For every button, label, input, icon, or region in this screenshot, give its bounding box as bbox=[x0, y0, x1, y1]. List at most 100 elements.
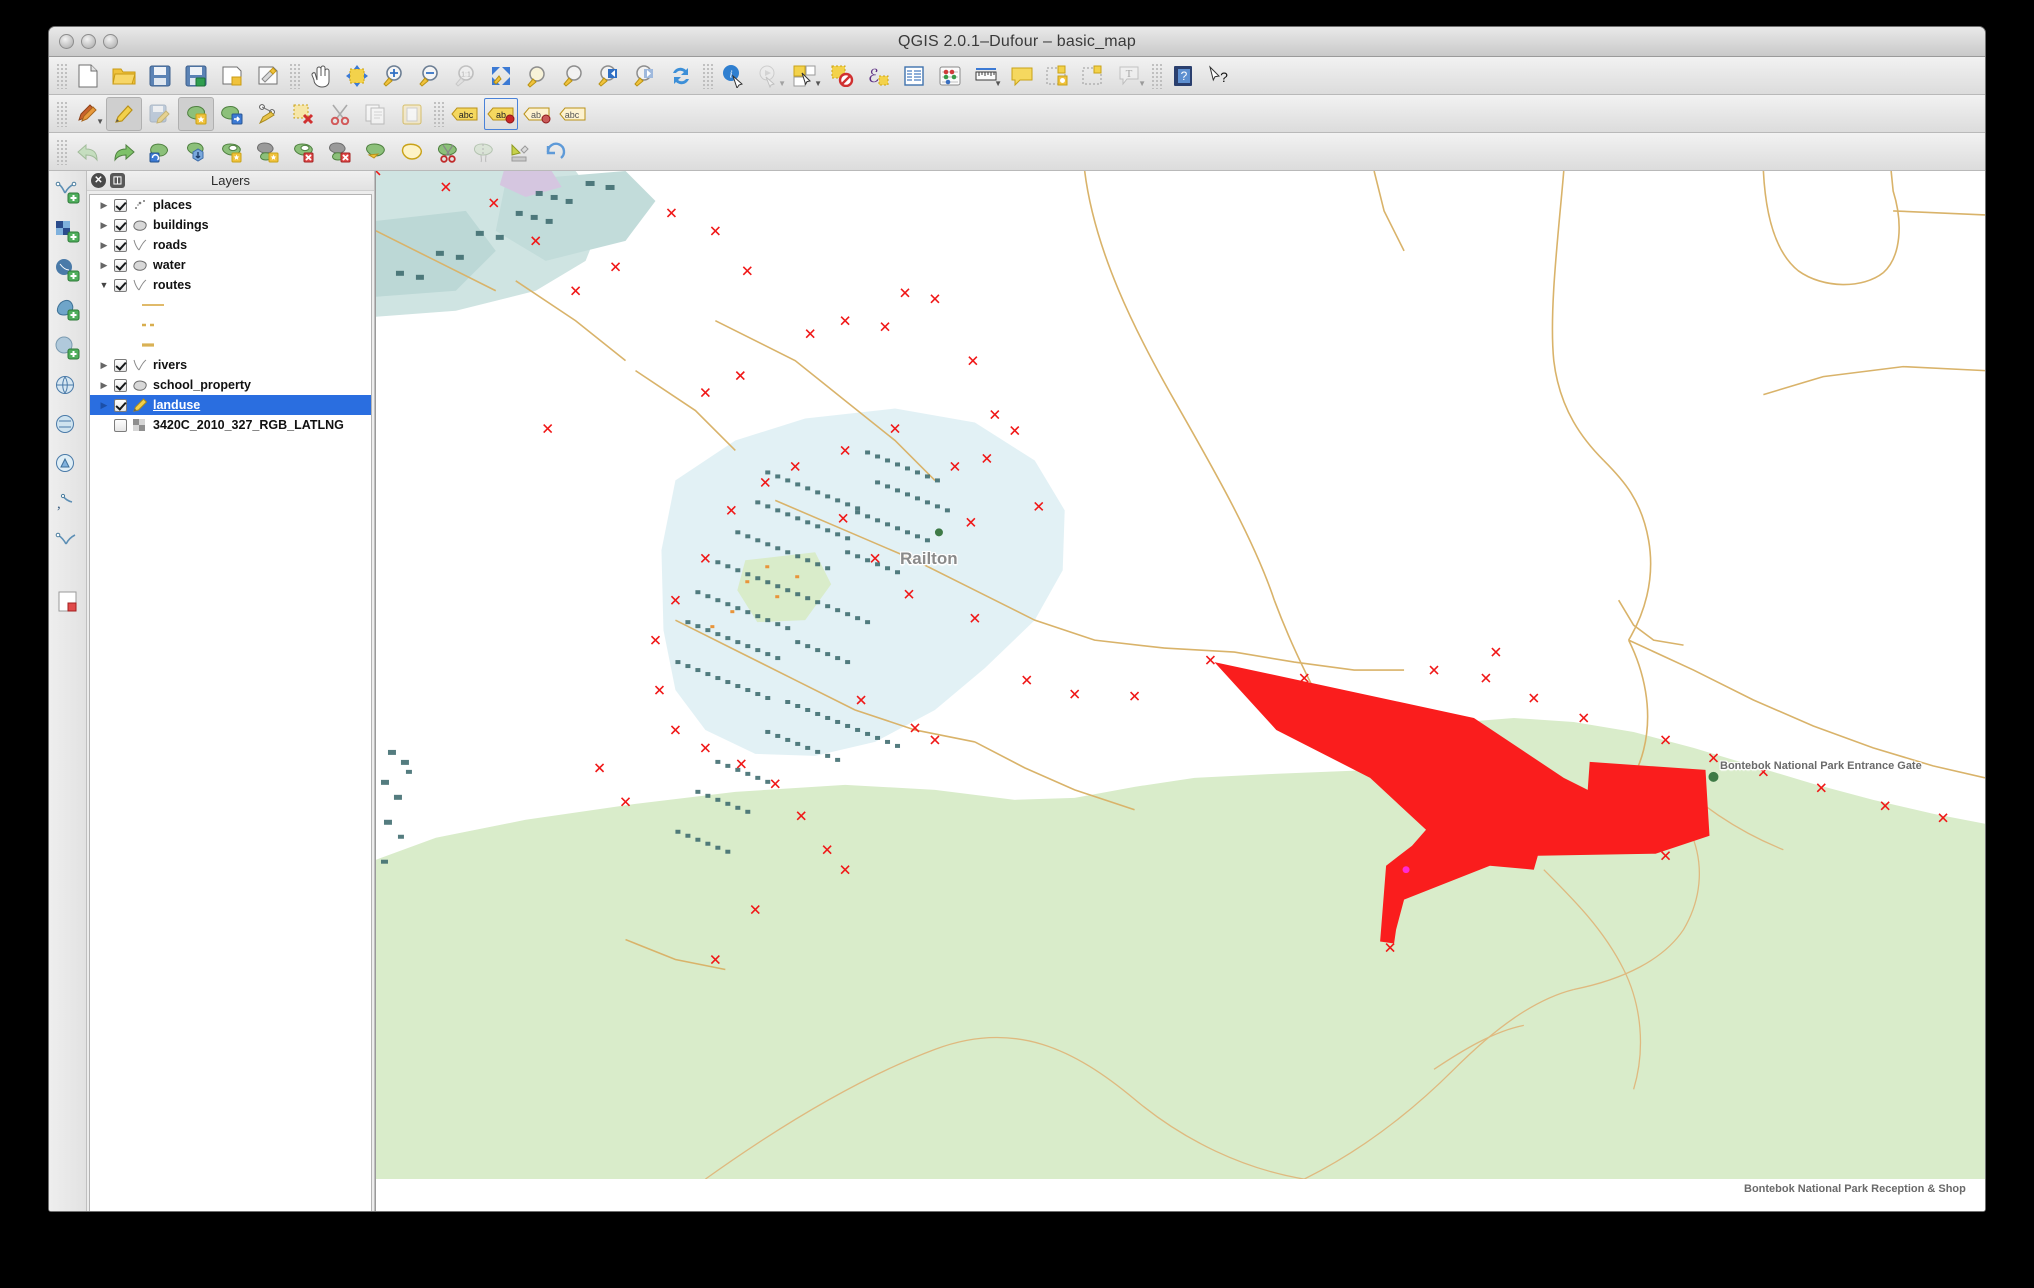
add-feature-icon[interactable] bbox=[178, 97, 214, 131]
rotate-label-icon[interactable]: ab bbox=[519, 97, 555, 131]
layer-item-raster[interactable]: 3420C_2010_327_RGB_LATLNG bbox=[90, 415, 371, 435]
open-project-icon[interactable] bbox=[106, 59, 142, 93]
chevron-down-icon[interactable]: ▼ bbox=[96, 117, 104, 126]
chevron-down-icon[interactable]: ▼ bbox=[814, 79, 822, 88]
split-features-icon[interactable] bbox=[430, 135, 466, 169]
toolbar-grip-help[interactable] bbox=[1151, 63, 1162, 89]
layer-item-water[interactable]: ▶ water bbox=[90, 255, 371, 275]
copy-features-icon[interactable] bbox=[358, 97, 394, 131]
new-print-composer-icon[interactable] bbox=[214, 59, 250, 93]
layer-visibility-checkbox[interactable] bbox=[114, 199, 127, 212]
add-spatialite-layer-icon[interactable] bbox=[53, 294, 83, 324]
expand-arrow-icon[interactable]: ▶ bbox=[98, 200, 110, 211]
select-features-icon[interactable]: ▼ bbox=[788, 59, 824, 93]
rotate-feature-icon[interactable] bbox=[142, 135, 178, 169]
composer-manager-icon[interactable] bbox=[250, 59, 286, 93]
zoom-full-icon[interactable] bbox=[483, 59, 519, 93]
minimize-button[interactable] bbox=[81, 34, 96, 49]
expand-arrow-icon[interactable]: ▶ bbox=[98, 380, 110, 391]
show-bookmarks-icon[interactable] bbox=[1076, 59, 1112, 93]
refresh-icon[interactable] bbox=[663, 59, 699, 93]
chevron-down-icon[interactable]: ▼ bbox=[1138, 79, 1146, 88]
toolbar-grip-label[interactable] bbox=[433, 101, 444, 127]
open-attribute-table-icon[interactable] bbox=[896, 59, 932, 93]
merge-features-icon[interactable] bbox=[502, 135, 538, 169]
change-label-icon[interactable]: abc bbox=[555, 97, 591, 131]
layer-tree[interactable]: ▶ places ▶ buildings bbox=[89, 194, 372, 1212]
zoom-to-selection-icon[interactable] bbox=[519, 59, 555, 93]
new-file-layer-icon[interactable] bbox=[53, 587, 83, 617]
layer-item-roads[interactable]: ▶ roads bbox=[90, 235, 371, 255]
pan-to-selection-icon[interactable] bbox=[339, 59, 375, 93]
redo-icon[interactable] bbox=[106, 135, 142, 169]
zoom-to-layer-icon[interactable] bbox=[555, 59, 591, 93]
toolbar-grip-nav[interactable] bbox=[289, 63, 300, 89]
new-shapefile-layer-icon[interactable] bbox=[53, 528, 83, 558]
zoom-actual-size-icon[interactable]: 1:1 bbox=[447, 59, 483, 93]
layer-visibility-checkbox[interactable] bbox=[114, 219, 127, 232]
layer-item-landuse[interactable]: ▶ landuse bbox=[90, 395, 371, 415]
delete-ring-icon[interactable] bbox=[286, 135, 322, 169]
deselect-features-icon[interactable] bbox=[824, 59, 860, 93]
expand-arrow-icon[interactable]: ▶ bbox=[98, 360, 110, 371]
layer-item-rivers[interactable]: ▶ rivers bbox=[90, 355, 371, 375]
remove-layer-icon[interactable]: ✕ bbox=[91, 173, 106, 188]
map-tips-icon[interactable] bbox=[1004, 59, 1040, 93]
field-calculator-icon[interactable]: ℰ bbox=[860, 59, 896, 93]
layer-visibility-checkbox[interactable] bbox=[114, 419, 127, 432]
toolbar-grip-adv[interactable] bbox=[56, 139, 67, 165]
statistical-summary-icon[interactable] bbox=[932, 59, 968, 93]
layer-visibility-checkbox[interactable] bbox=[114, 259, 127, 272]
new-project-icon[interactable] bbox=[70, 59, 106, 93]
map-render[interactable] bbox=[376, 171, 1985, 1179]
zoom-last-icon[interactable] bbox=[591, 59, 627, 93]
layer-item-routes[interactable]: ▼ routes bbox=[90, 275, 371, 295]
zoom-out-icon[interactable] bbox=[411, 59, 447, 93]
run-feature-action-icon[interactable]: ▼ bbox=[752, 59, 788, 93]
map-canvas[interactable]: Railton Bontebok National Park Entrance … bbox=[375, 171, 1985, 1212]
delete-selected-icon[interactable] bbox=[286, 97, 322, 131]
identify-features-icon[interactable]: i bbox=[716, 59, 752, 93]
label-icon[interactable]: abc bbox=[447, 97, 483, 131]
manage-layers-icon[interactable]: ◫ bbox=[110, 173, 125, 188]
zoom-next-icon[interactable] bbox=[627, 59, 663, 93]
toolbar-grip-dig[interactable] bbox=[56, 101, 67, 127]
layer-visibility-checkbox[interactable] bbox=[114, 379, 127, 392]
help-contents-icon[interactable]: ? bbox=[1165, 59, 1201, 93]
paste-features-icon[interactable] bbox=[394, 97, 430, 131]
chevron-down-icon[interactable]: ▼ bbox=[778, 79, 786, 88]
rotate-point-symbols-icon[interactable] bbox=[538, 135, 574, 169]
window-controls[interactable] bbox=[59, 34, 118, 49]
save-layer-edits-icon[interactable] bbox=[142, 97, 178, 131]
add-delimited-text-layer-icon[interactable]: , bbox=[53, 489, 83, 519]
zoom-in-icon[interactable] bbox=[375, 59, 411, 93]
cut-features-icon[interactable] bbox=[322, 97, 358, 131]
add-part-icon[interactable] bbox=[250, 135, 286, 169]
add-vector-layer-icon[interactable] bbox=[53, 177, 83, 207]
split-parts-icon[interactable] bbox=[466, 135, 502, 169]
measure-line-icon[interactable]: ▼ bbox=[968, 59, 1004, 93]
add-postgis-layer-icon[interactable] bbox=[53, 255, 83, 285]
zoom-button[interactable] bbox=[103, 34, 118, 49]
pan-map-icon[interactable] bbox=[303, 59, 339, 93]
add-wfs-layer-icon[interactable] bbox=[53, 450, 83, 480]
add-wcs-layer-icon[interactable] bbox=[53, 411, 83, 441]
close-button[interactable] bbox=[59, 34, 74, 49]
layer-visibility-checkbox[interactable] bbox=[114, 279, 127, 292]
simplify-feature-icon[interactable] bbox=[178, 135, 214, 169]
expand-arrow-icon[interactable]: ▶ bbox=[98, 240, 110, 251]
chevron-down-icon[interactable]: ▼ bbox=[994, 79, 1002, 88]
expand-arrow-icon[interactable]: ▶ bbox=[98, 400, 110, 411]
layer-item-school-property[interactable]: ▶ school_property bbox=[90, 375, 371, 395]
layer-visibility-checkbox[interactable] bbox=[114, 399, 127, 412]
undo-icon[interactable] bbox=[70, 135, 106, 169]
add-wms-layer-icon[interactable] bbox=[53, 372, 83, 402]
move-label-icon[interactable]: ab bbox=[483, 97, 519, 131]
collapse-arrow-icon[interactable]: ▼ bbox=[98, 280, 110, 290]
toolbar-grip-attr[interactable] bbox=[702, 63, 713, 89]
delete-part-icon[interactable] bbox=[322, 135, 358, 169]
reshape-features-icon[interactable] bbox=[358, 135, 394, 169]
layer-item-buildings[interactable]: ▶ buildings bbox=[90, 215, 371, 235]
expand-arrow-icon[interactable]: ▶ bbox=[98, 220, 110, 231]
add-raster-layer-icon[interactable] bbox=[53, 216, 83, 246]
